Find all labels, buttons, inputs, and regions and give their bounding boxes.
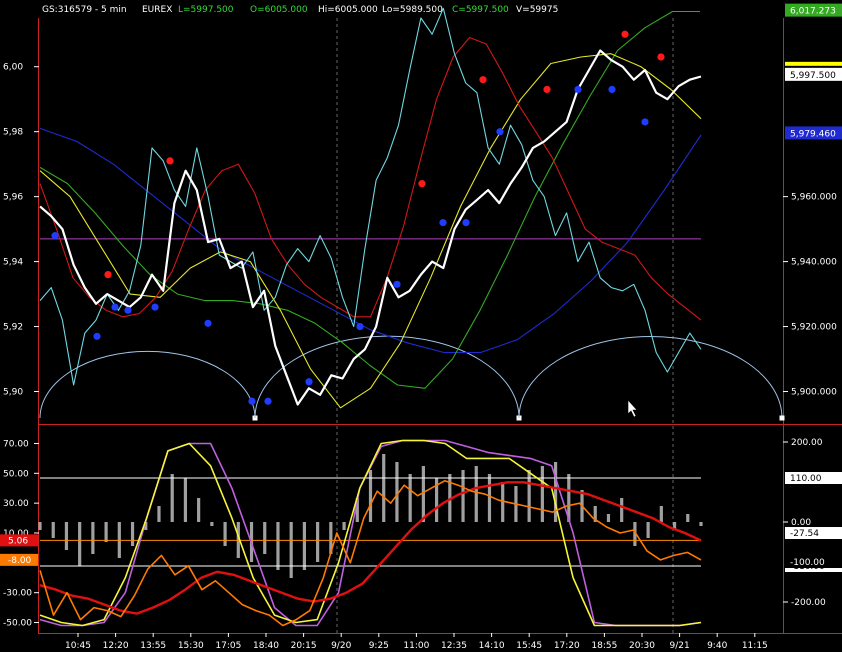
blue-marker-dot xyxy=(51,232,59,240)
cycle-marker xyxy=(779,415,785,421)
left-osc-tick-label: 30.00 xyxy=(3,499,29,509)
blue-marker-dot xyxy=(204,319,212,327)
right-price-tick-label: 5,960.000 xyxy=(791,193,837,203)
red-marker-dot xyxy=(657,53,665,61)
header-exchange: EUREX xyxy=(142,5,172,15)
time-tick-label: 18:40 xyxy=(253,641,279,651)
left-price-tick-label: 5,92 xyxy=(3,323,23,333)
right-price-label-text: 5,997.500 xyxy=(790,71,836,81)
header-last: L=5997.500 xyxy=(178,5,234,15)
left-osc-tick-label: 50.00 xyxy=(3,469,29,479)
blue-marker-dot xyxy=(248,397,256,405)
header-volume: V=59975 xyxy=(516,5,558,15)
time-tick-label: 18:55 xyxy=(591,641,617,651)
blue-marker-dot xyxy=(356,322,364,331)
header-low: Lo=5989.500 xyxy=(382,5,443,15)
right-osc-tick-label: -200.00 xyxy=(791,598,826,608)
header-symbol: GS:316579 - 5 min xyxy=(42,5,127,15)
time-tick-label: 20:15 xyxy=(291,641,317,651)
left-osc-label-text: 5.06 xyxy=(8,536,28,546)
blue-marker-dot xyxy=(574,85,582,94)
time-tick-label: 15:30 xyxy=(178,641,204,651)
time-tick-label: 17:20 xyxy=(554,641,580,651)
time-tick-label: 11:00 xyxy=(403,641,429,651)
left-price-tick-label: 6,00 xyxy=(3,63,23,73)
time-tick-label: 10:45 xyxy=(65,641,91,651)
time-tick-label: 9/20 xyxy=(331,641,351,651)
blue-marker-dot xyxy=(439,219,447,227)
blue-marker-dot xyxy=(111,303,119,311)
time-tick-label: 9:25 xyxy=(369,641,389,651)
blue-marker-dot xyxy=(641,118,649,126)
red-marker-dot xyxy=(479,76,487,84)
time-tick-label: 12:20 xyxy=(103,641,129,651)
red-marker-dot xyxy=(543,85,551,94)
left-osc-tick-label: -50.00 xyxy=(3,619,32,629)
left-price-tick-label: 5,90 xyxy=(3,388,23,398)
red-marker-dot xyxy=(166,157,174,165)
right-osc-tick-label: 0.00 xyxy=(791,518,811,528)
red-marker-dot xyxy=(104,270,112,279)
blue-marker-dot xyxy=(496,128,504,136)
blue-marker-dot xyxy=(462,219,470,227)
blue-marker-dot xyxy=(93,332,101,340)
left-osc-tick-label: 70.00 xyxy=(3,439,29,449)
time-tick-label: 12:35 xyxy=(441,641,467,651)
right-osc-label-text: -27.54 xyxy=(790,529,819,539)
blue-marker-dot xyxy=(264,397,272,405)
time-tick-label: 17:05 xyxy=(215,641,241,651)
time-tick-label: 13:55 xyxy=(140,641,166,651)
blue-marker-dot xyxy=(151,303,159,311)
left-osc-tick-label: -30.00 xyxy=(3,589,32,599)
blue-marker-dot xyxy=(393,280,401,288)
last-price-yellow-marker xyxy=(785,61,842,66)
right-price-tick-label: 5,920.000 xyxy=(791,323,837,333)
right-osc-tick-label: 200.00 xyxy=(791,438,823,448)
right-price-label-text: 5,979.460 xyxy=(790,129,836,139)
time-tick-label: 14:10 xyxy=(479,641,505,651)
blue-marker-dot xyxy=(305,378,313,386)
left-price-tick-label: 5,94 xyxy=(3,258,23,268)
time-tick-label: 20:30 xyxy=(629,641,655,651)
header-close: C=5997.500 xyxy=(452,5,509,15)
left-osc-label-text: -8.00 xyxy=(8,556,32,566)
header-open: O=6005.000 xyxy=(250,5,308,15)
blue-marker-dot xyxy=(124,306,132,314)
right-osc-label-text: -100.00 xyxy=(790,558,825,568)
chart-background xyxy=(0,0,842,652)
time-tick-label: 9/21 xyxy=(669,641,689,651)
red-marker-dot xyxy=(418,180,426,188)
right-level-label-text: 110.00 xyxy=(790,474,822,484)
time-tick-label: 11:15 xyxy=(742,641,768,651)
red-marker-dot xyxy=(621,30,629,38)
left-price-tick-label: 5,98 xyxy=(3,128,23,138)
right-price-tick-label: 5,940.000 xyxy=(791,258,837,268)
time-tick-label: 15:45 xyxy=(516,641,542,651)
right-price-tick-label: 5,900.000 xyxy=(791,388,837,398)
header-high: Hi=6005.000 xyxy=(318,5,378,15)
right-price-label-text: 6,017.273 xyxy=(790,7,836,17)
trading-chart: GS:316579 - 5 min EUREX L=5997.500 O=600… xyxy=(0,0,842,652)
left-price-tick-label: 5,96 xyxy=(3,193,23,203)
time-tick-label: 9:40 xyxy=(707,641,727,651)
blue-marker-dot xyxy=(608,85,616,94)
header-bar: GS:316579 - 5 min EUREX L=5997.500 O=600… xyxy=(42,5,558,15)
